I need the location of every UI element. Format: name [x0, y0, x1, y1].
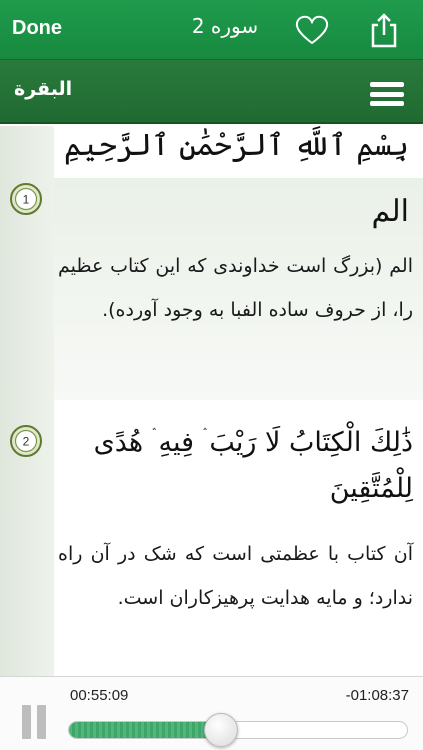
- heart-icon[interactable]: [294, 14, 330, 46]
- remaining-time: -01:08:37: [345, 687, 409, 704]
- ayah-number: 2: [23, 435, 30, 449]
- ayah-number: 1: [23, 193, 30, 207]
- surah-number-title: سوره 2: [191, 14, 259, 38]
- menu-icon[interactable]: [370, 82, 404, 106]
- progress-slider-fill: [69, 722, 222, 738]
- verse-arabic-text: الم: [371, 194, 409, 229]
- elapsed-time: 00:55:09: [70, 687, 129, 704]
- progress-slider-thumb[interactable]: [204, 713, 238, 747]
- audio-player: 00:55:09 -01:08:37: [0, 676, 423, 750]
- share-icon[interactable]: [368, 12, 400, 48]
- surah-header-bar: البقرة: [0, 60, 423, 124]
- verse-arabic-text: ذَٰلِكَ الْكِتَابُ لَا رَيْبَ ۛ فِيهِ ۛ …: [93, 427, 413, 504]
- verse-translation: الم (بزرگ است خداوندی که این کتاب عظیم ر…: [58, 255, 413, 321]
- verse-translation: آن کتاب با عظمتی است که شک در آن راه ندا…: [58, 543, 413, 609]
- surah-name: البقرة: [14, 78, 73, 100]
- basmala-text: بِسْمِ ٱللَّهِ ٱلرَّحْمَٰنِ ٱلرَّحِيمِ: [63, 128, 409, 163]
- done-button[interactable]: Done: [12, 17, 62, 40]
- progress-slider-track[interactable]: [68, 721, 408, 739]
- pause-icon[interactable]: [22, 705, 50, 739]
- ayah-number-badge: 1: [10, 183, 42, 215]
- ayah-number-badge: 2: [10, 425, 42, 457]
- top-navigation-bar: Done سوره 2: [0, 0, 423, 60]
